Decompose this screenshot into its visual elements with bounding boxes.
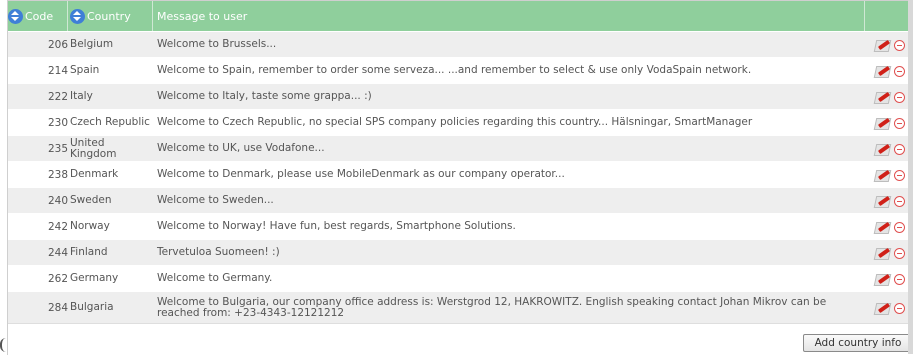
add-country-info-button[interactable]: Add country info — [803, 334, 913, 352]
row-code: 222 — [47, 90, 68, 103]
table-row: 230 Czech Republic Welcome to Czech Republ… — [8, 110, 913, 136]
table-header: Code Country Message to user — [8, 1, 913, 31]
table-row: 206 Belgium Welcome to Brussels... — [8, 32, 913, 58]
table-row: 222 Italy Welcome to Italy, taste some gra… — [8, 84, 913, 110]
row-message: Welcome to Czech Republic, no special SP… — [157, 116, 753, 128]
delete-minus-icon[interactable] — [894, 144, 905, 155]
delete-minus-icon[interactable] — [894, 303, 905, 314]
column-header-code[interactable]: Code — [8, 1, 68, 31]
row-message: Tervetuloa Suomeen! :) — [157, 246, 280, 258]
edit-pencil-icon[interactable] — [873, 193, 892, 209]
edit-pencil-icon[interactable] — [873, 300, 892, 316]
row-country: Belgium — [70, 38, 114, 50]
row-country: Denmark — [70, 168, 119, 180]
vertical-scrollbar[interactable] — [908, 0, 913, 354]
column-header-code-label: Code — [25, 9, 54, 23]
column-header-message-label: Message to user — [157, 9, 248, 23]
row-country: Finland — [70, 246, 108, 258]
row-code: 262 — [47, 272, 68, 285]
panel-corner-decoration — [0, 338, 12, 352]
row-message: Welcome to Brussels... — [157, 38, 277, 50]
row-code: 235 — [47, 142, 68, 155]
column-header-message: Message to user — [153, 1, 865, 31]
delete-minus-icon[interactable] — [894, 66, 905, 77]
delete-minus-icon[interactable] — [894, 92, 905, 103]
row-country: Spain — [70, 64, 100, 76]
row-message: Welcome to Italy, taste some grappa... :… — [157, 90, 372, 102]
row-code: 240 — [47, 194, 68, 207]
delete-minus-icon[interactable] — [894, 118, 905, 129]
row-message: Welcome to Denmark, please use MobileDen… — [157, 168, 565, 180]
row-message: Welcome to Bulgaria, our company office … — [157, 295, 827, 319]
table-row: 284 Bulgaria Welcome to Bulgaria, our comp… — [8, 292, 913, 324]
sort-updown-icon[interactable] — [70, 8, 85, 24]
table-row: 235 United Kingdom Welcome to UK, use Voda… — [8, 136, 913, 162]
row-message: Welcome to Germany. — [157, 272, 273, 284]
table-row: 238 Denmark Welcome to Denmark, please use… — [8, 162, 913, 188]
row-code: 230 — [47, 116, 68, 129]
edit-pencil-icon[interactable] — [873, 271, 892, 287]
column-header-country[interactable]: Country — [68, 1, 153, 31]
table-row: 214 Spain Welcome to Spain, remember to or… — [8, 58, 913, 84]
row-country: Norway — [70, 220, 110, 232]
edit-pencil-icon[interactable] — [873, 167, 892, 183]
edit-pencil-icon[interactable] — [873, 141, 892, 157]
edit-pencil-icon[interactable] — [873, 89, 892, 105]
edit-pencil-icon[interactable] — [873, 245, 892, 261]
table-row: 240 Sweden Welcome to Sweden... — [8, 188, 913, 214]
table-row: 262 Germany Welcome to Germany. — [8, 266, 913, 292]
row-message: Welcome to Sweden... — [157, 194, 274, 206]
edit-pencil-icon[interactable] — [873, 219, 892, 235]
row-message: Welcome to UK, use Vodafone... — [157, 142, 325, 154]
row-code: 244 — [47, 246, 68, 259]
table-row: 242 Norway Welcome to Norway! Have fun, be… — [8, 214, 913, 240]
delete-minus-icon[interactable] — [894, 248, 905, 259]
row-code: 238 — [47, 168, 68, 181]
sort-updown-icon[interactable] — [8, 8, 23, 24]
edit-pencil-icon[interactable] — [873, 115, 892, 131]
edit-pencil-icon[interactable] — [873, 37, 892, 53]
row-country: Sweden — [70, 194, 112, 206]
row-message: Welcome to Spain, remember to order some… — [157, 64, 752, 76]
row-code: 206 — [47, 38, 68, 51]
row-country: Bulgaria — [70, 301, 114, 313]
delete-minus-icon[interactable] — [894, 40, 905, 51]
delete-minus-icon[interactable] — [894, 274, 905, 285]
row-country: Germany — [70, 272, 119, 284]
row-country: United Kingdom — [70, 136, 117, 160]
row-code: 284 — [47, 301, 68, 314]
edit-pencil-icon[interactable] — [873, 63, 892, 79]
delete-minus-icon[interactable] — [894, 222, 905, 233]
column-header-country-label: Country — [87, 9, 131, 23]
delete-minus-icon[interactable] — [894, 170, 905, 181]
table-footer-divider — [8, 323, 913, 324]
country-messages-panel: Code Country Message to user 206 Belgium W… — [7, 0, 913, 355]
row-code: 214 — [47, 64, 68, 77]
delete-minus-icon[interactable] — [894, 196, 905, 207]
column-header-actions — [865, 1, 913, 31]
row-code: 242 — [47, 220, 68, 233]
row-country: Czech Republic — [70, 116, 150, 128]
table-row: 244 Finland Tervetuloa Suomeen! :) — [8, 240, 913, 266]
row-country: Italy — [70, 90, 93, 102]
row-message: Welcome to Norway! Have fun, best regard… — [157, 220, 516, 232]
